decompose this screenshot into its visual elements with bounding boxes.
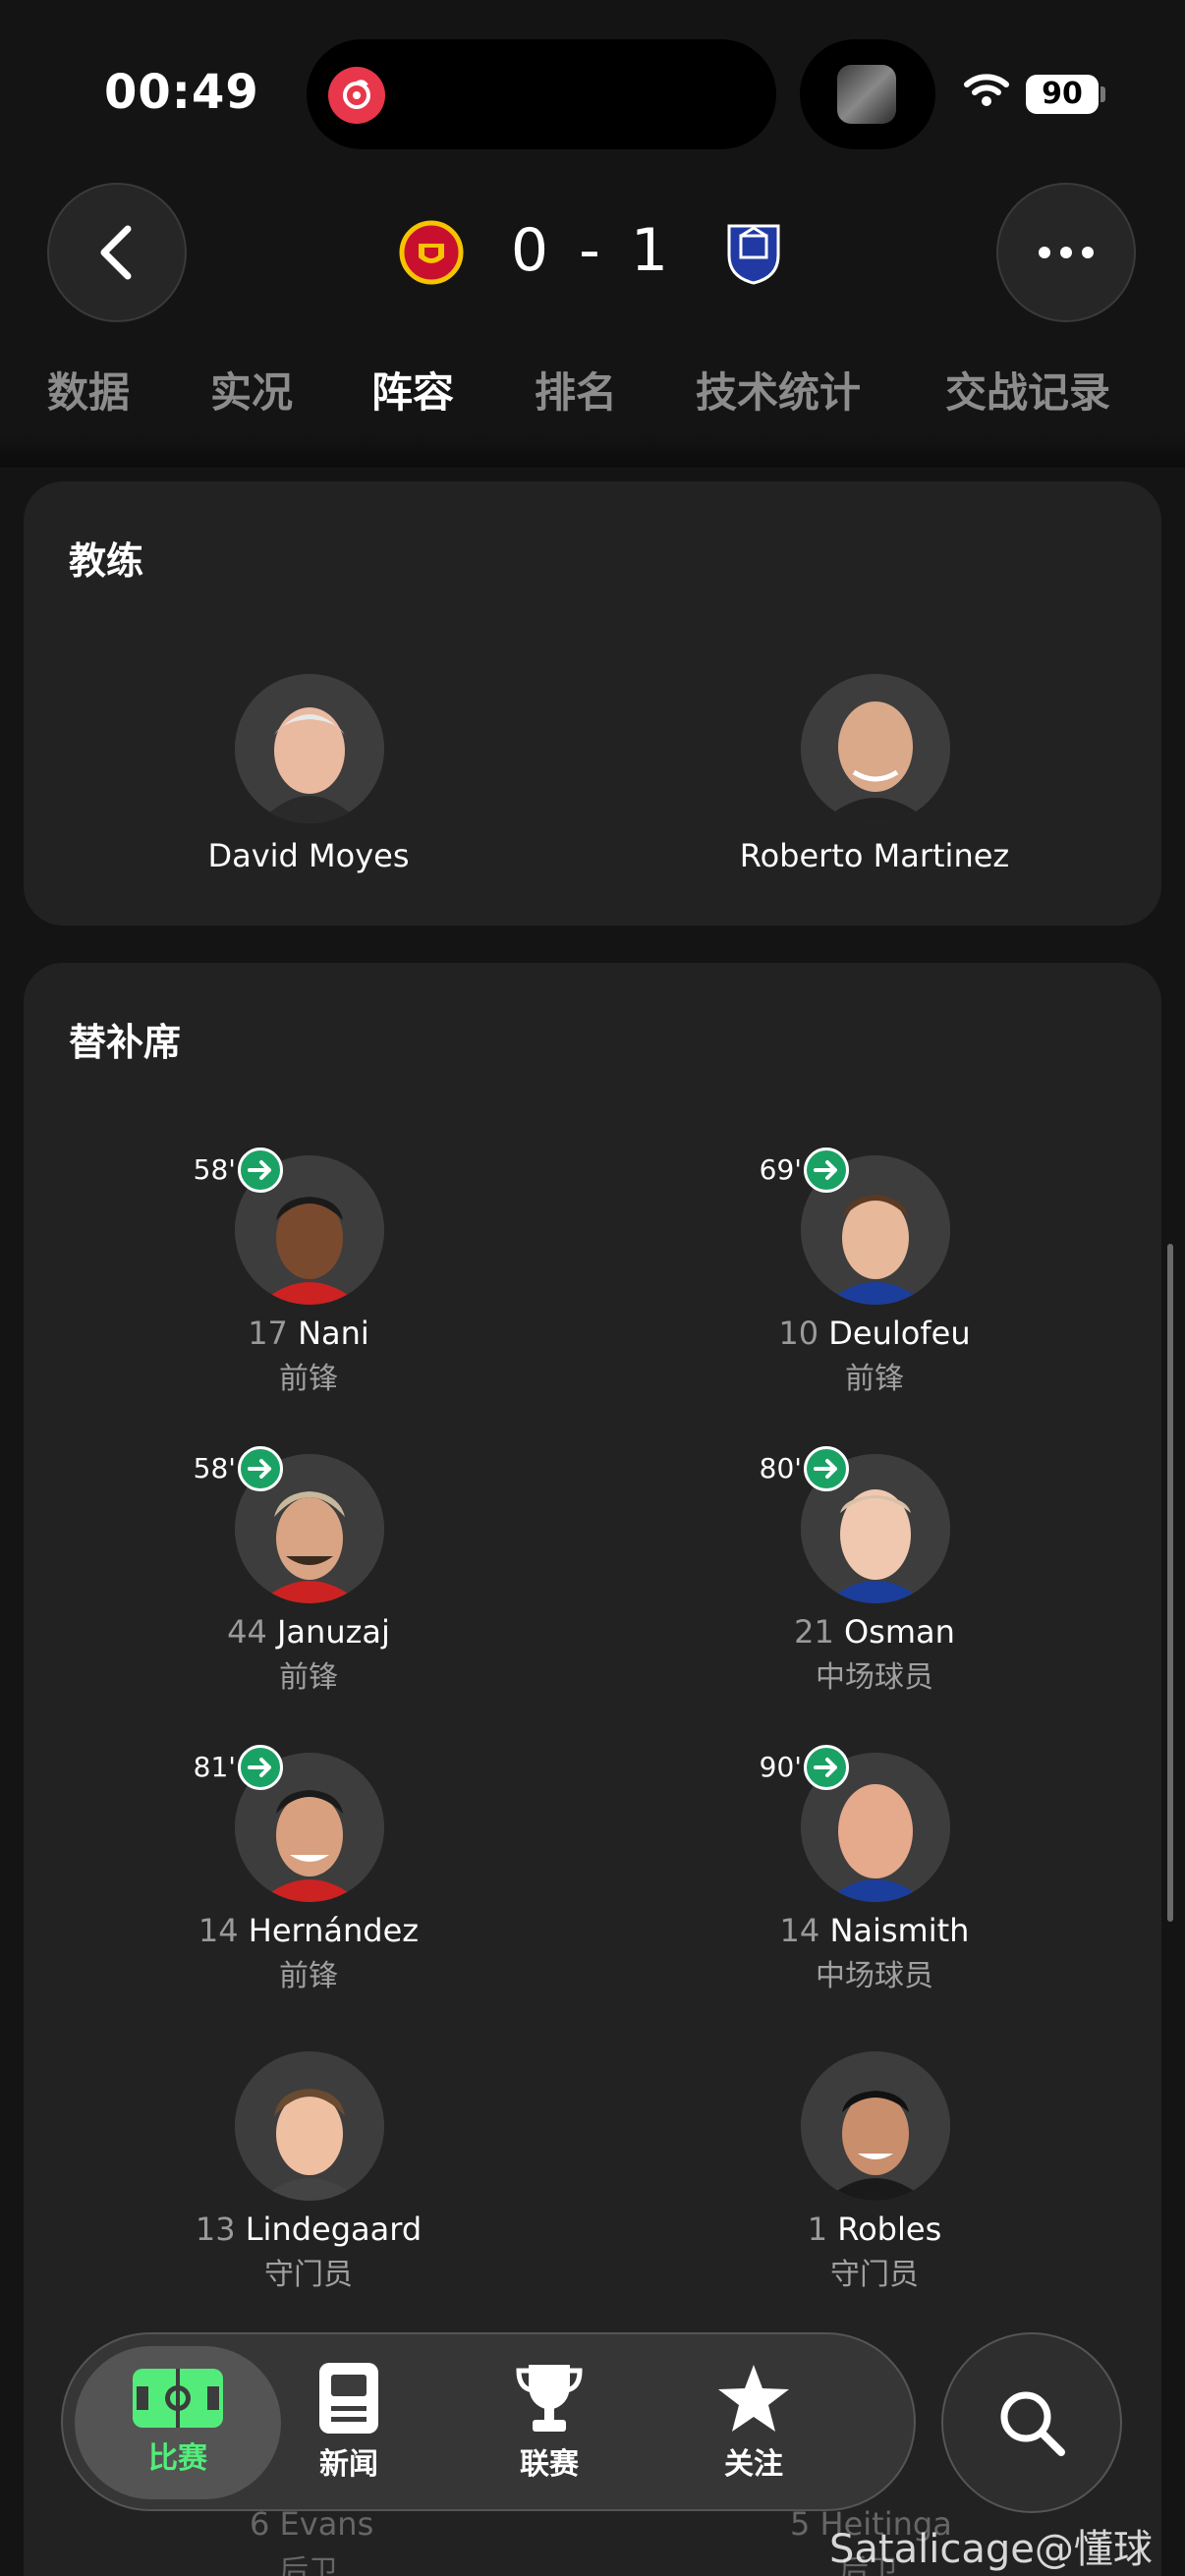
home-coach-avatar[interactable] xyxy=(235,674,384,823)
sub-minute: 58' xyxy=(193,1452,236,1484)
camera-island xyxy=(800,39,935,149)
sub-in-arrow-icon xyxy=(238,1446,283,1491)
battery-tip xyxy=(1100,86,1105,102)
tab-head-to-head[interactable]: 交战记录 xyxy=(945,360,1110,420)
player-number: 17 xyxy=(248,1315,288,1352)
player-surname: Osman xyxy=(843,1613,955,1651)
nav-label: 关注 xyxy=(724,2447,783,2482)
home-coach-name: David Moyes xyxy=(207,837,410,874)
player-number: 21 xyxy=(794,1613,834,1651)
player-position: 守门员 xyxy=(830,2258,919,2292)
scrollbar[interactable] xyxy=(1167,1244,1173,1922)
away-team-crest-icon[interactable] xyxy=(719,218,788,287)
sub-in-arrow-icon xyxy=(238,1148,283,1193)
player-number: 14 xyxy=(198,1912,239,1949)
away-score: 1 xyxy=(630,216,675,285)
trophy-icon xyxy=(516,2365,583,2432)
player-name[interactable]: 21 Osman xyxy=(629,1613,1120,1651)
pitch-icon xyxy=(133,2369,223,2428)
app-thumbnail xyxy=(837,65,896,124)
sub-in-arrow-icon xyxy=(804,1446,849,1491)
player-surname: Hernández xyxy=(248,1912,420,1949)
player-number: 1 xyxy=(807,2211,828,2248)
player-name[interactable]: 1 Robles xyxy=(629,2211,1120,2248)
nav-following[interactable]: 关注 xyxy=(650,2346,857,2499)
sub-minute: 81' xyxy=(193,1751,236,1783)
player-name[interactable]: 14 Hernández xyxy=(63,1912,554,1949)
tab-standings[interactable]: 排名 xyxy=(535,360,617,420)
player-number: 44 xyxy=(227,1613,267,1651)
player-surname: Lindegaard xyxy=(245,2211,423,2248)
player-number: 13 xyxy=(195,2211,236,2248)
match-tabs: 数据 实况 阵容 排名 技术统计 交战记录 xyxy=(0,360,1185,428)
player-position: 前锋 xyxy=(279,1959,338,1993)
ellipsis-icon xyxy=(1039,247,1094,258)
player-avatar[interactable] xyxy=(801,2051,950,2201)
tab-lineup[interactable]: 阵容 xyxy=(371,360,454,420)
sub-in-arrow-icon xyxy=(238,1745,283,1790)
player-position: 中场球员 xyxy=(816,1660,933,1695)
bottom-nav: 比赛 新闻 联赛 关注 xyxy=(61,2332,916,2511)
away-coach-avatar[interactable] xyxy=(801,674,950,823)
tab-data[interactable]: 数据 xyxy=(47,360,130,420)
sub-in-arrow-icon xyxy=(804,1745,849,1790)
chevron-left-icon xyxy=(100,225,132,280)
nav-label: 联赛 xyxy=(520,2447,579,2482)
player-surname: Robles xyxy=(837,2211,942,2248)
player-avatar[interactable] xyxy=(235,2051,384,2201)
dynamic-island xyxy=(307,39,776,149)
nav-leagues[interactable]: 联赛 xyxy=(446,2346,652,2499)
sub-minute: 90' xyxy=(759,1751,802,1783)
search-icon xyxy=(1000,2391,1065,2456)
away-coach-name: Roberto Martinez xyxy=(739,837,1010,874)
player-position: 前锋 xyxy=(279,1362,338,1396)
player-name[interactable]: 14 Naismith xyxy=(629,1912,1120,1949)
search-button[interactable] xyxy=(941,2332,1122,2513)
home-team-crest-icon[interactable] xyxy=(397,218,466,287)
player-name[interactable]: 13 Lindegaard xyxy=(63,2211,554,2248)
player-position-peek: 后卫 xyxy=(279,2554,338,2576)
player-surname: Naismith xyxy=(829,1912,970,1949)
player-name[interactable]: 44 Januzaj xyxy=(63,1613,554,1651)
battery-level: 90 xyxy=(1026,75,1099,114)
bench-title: 替补席 xyxy=(69,1021,182,1064)
tab-stats[interactable]: 技术统计 xyxy=(696,360,861,420)
match-score: 0 - 1 xyxy=(501,216,684,285)
player-position: 前锋 xyxy=(845,1362,904,1396)
player-number: 14 xyxy=(779,1912,820,1949)
player-position: 中场球员 xyxy=(816,1959,933,1993)
tab-live[interactable]: 实况 xyxy=(210,360,293,420)
player-name[interactable]: 17 Nani xyxy=(63,1315,554,1352)
music-app-icon[interactable] xyxy=(328,67,385,124)
back-button[interactable] xyxy=(47,183,187,322)
score-separator: - xyxy=(579,216,606,285)
coaches-card: 教练 David Moyes Roberto Martinez xyxy=(24,481,1161,925)
player-position: 前锋 xyxy=(279,1660,338,1695)
player-number: 10 xyxy=(778,1315,819,1352)
player-name[interactable]: 10 Deulofeu xyxy=(629,1315,1120,1352)
player-surname: Januzaj xyxy=(276,1613,390,1651)
coaches-title: 教练 xyxy=(69,539,144,583)
nav-label: 新闻 xyxy=(319,2447,378,2482)
nav-label: 比赛 xyxy=(148,2441,207,2476)
player-position: 守门员 xyxy=(264,2258,353,2292)
player-surname: Nani xyxy=(298,1315,369,1352)
sub-minute: 58' xyxy=(193,1153,236,1186)
home-score: 0 xyxy=(510,216,555,285)
status-time: 00:49 xyxy=(104,65,259,120)
nav-news[interactable]: 新闻 xyxy=(246,2346,452,2499)
sub-minute: 69' xyxy=(759,1153,802,1186)
wifi-icon xyxy=(964,74,1009,106)
header-divider xyxy=(0,432,1185,468)
sub-in-arrow-icon xyxy=(804,1148,849,1193)
player-surname: Deulofeu xyxy=(828,1315,971,1352)
sub-minute: 80' xyxy=(759,1452,802,1484)
news-icon xyxy=(319,2363,378,2434)
more-options-button[interactable] xyxy=(996,183,1136,322)
watermark: Satalicage@懂球帝 xyxy=(829,2527,1153,2572)
star-icon xyxy=(718,2365,789,2432)
